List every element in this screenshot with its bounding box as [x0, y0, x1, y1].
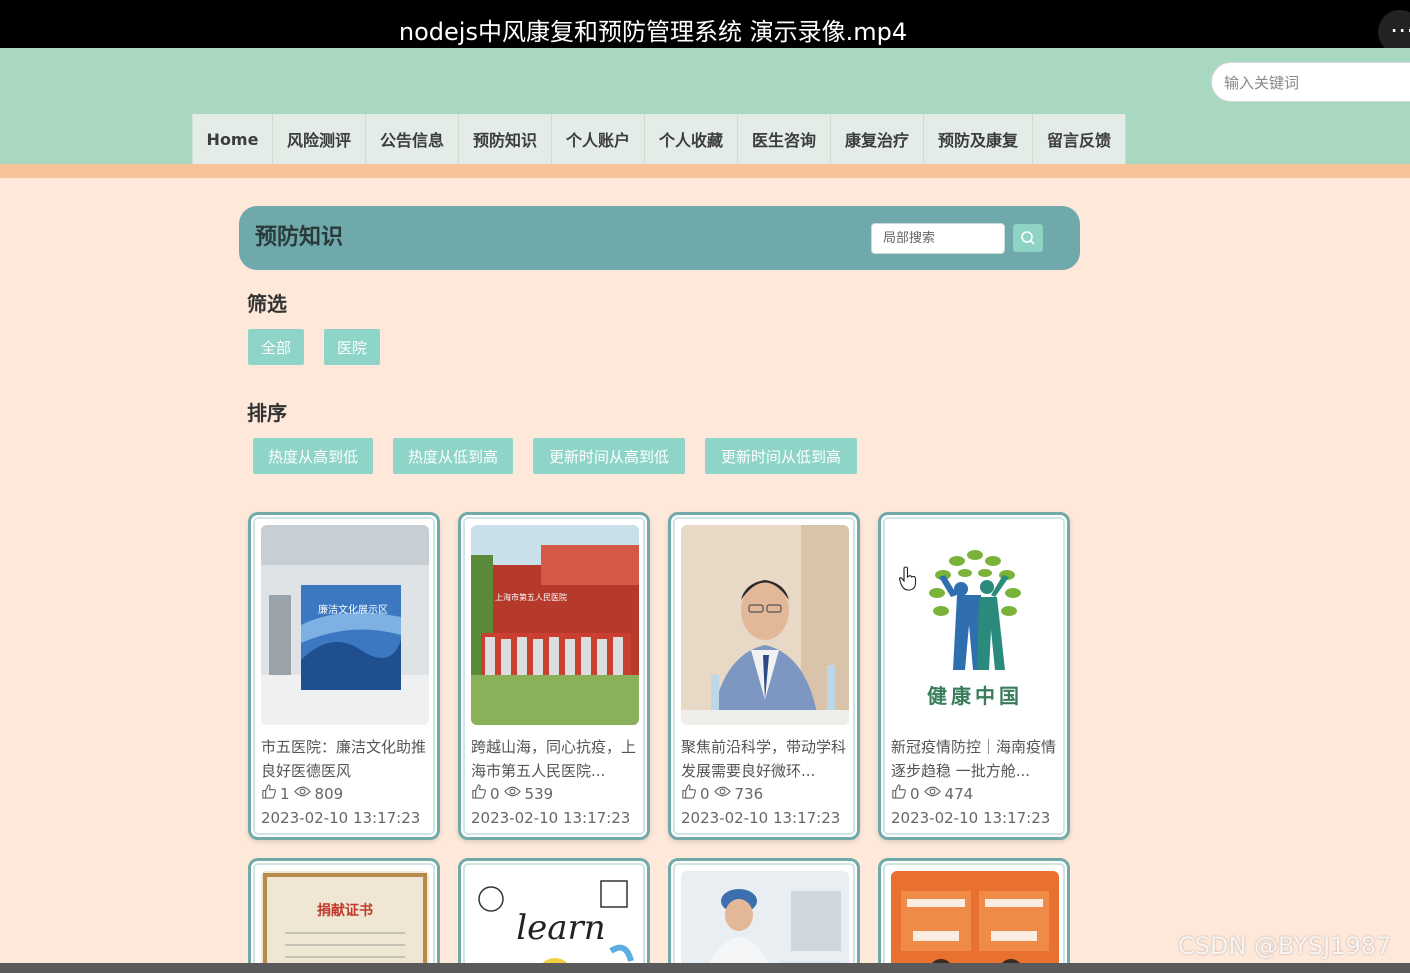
article-thumbnail: learn	[471, 871, 639, 973]
thumbs-up-icon[interactable]	[681, 783, 696, 805]
nav-prevention-knowledge[interactable]: 预防知识	[459, 114, 552, 164]
filter-all[interactable]: 全部	[248, 329, 304, 365]
thumbs-up-icon[interactable]	[261, 783, 276, 805]
view-count: 809	[314, 785, 344, 803]
article-title: 市五医院：廉洁文化助推良好医德医风	[261, 738, 427, 780]
accent-divider	[0, 164, 1410, 178]
local-search-button[interactable]	[1013, 224, 1043, 252]
article-thumbnail	[681, 871, 849, 973]
nav-feedback[interactable]: 留言反馈	[1033, 114, 1126, 164]
article-stats: 0 539	[471, 783, 553, 805]
sort-label: 排序	[247, 401, 287, 425]
like-count: 0	[910, 785, 920, 803]
article-date: 2023-02-10 13:17:23	[471, 809, 631, 827]
article-date: 2023-02-10 13:17:23	[891, 809, 1051, 827]
thumbnail-text: 上海市第五人民医院	[495, 592, 567, 602]
nav-announcements[interactable]: 公告信息	[366, 114, 459, 164]
article-card[interactable]	[878, 858, 1070, 973]
nav-risk-assessment[interactable]: 风险测评	[273, 114, 366, 164]
search-icon	[1021, 231, 1035, 245]
article-title: 新冠疫情防控｜海南疫情逐步趋稳 一批方舱...	[891, 738, 1057, 780]
thumbs-up-icon[interactable]	[471, 783, 486, 805]
article-title: 跨越山海，同心抗疫，上海市第五人民医院...	[471, 738, 637, 780]
article-title: 聚焦前沿科学，带动学科发展需要良好微环...	[681, 738, 847, 780]
global-search-input[interactable]	[1224, 72, 1404, 94]
article-thumbnail: 捐献证书	[261, 871, 429, 973]
main-nav: Home 风险测评 公告信息 预防知识 个人账户 个人收藏 医生咨询 康复治疗 …	[192, 114, 1126, 164]
article-thumbnail: 健康中国	[891, 525, 1059, 725]
section-title: 预防知识	[255, 225, 344, 250]
global-search-box[interactable]	[1211, 62, 1410, 102]
thumbnail-text: 廉洁文化展示区	[318, 603, 388, 616]
article-thumbnail	[891, 871, 1059, 973]
article-thumbnail: 廉洁文化展示区	[261, 525, 429, 725]
video-title: nodejs中风康复和预防管理系统 演示录像.mp4	[398, 18, 908, 46]
thumbnail-text: learn	[516, 908, 605, 948]
nav-doctor-consult[interactable]: 医生咨询	[738, 114, 831, 164]
view-count: 474	[944, 785, 974, 803]
eye-icon	[713, 783, 731, 805]
nav-rehab-treatment[interactable]: 康复治疗	[831, 114, 924, 164]
eye-icon	[293, 783, 311, 805]
article-date: 2023-02-10 13:17:23	[681, 809, 841, 827]
nav-account[interactable]: 个人账户	[552, 114, 645, 164]
logo-text: 健康中国	[927, 684, 1023, 708]
article-card[interactable]: 聚焦前沿科学，带动学科发展需要良好微环... 0 736 2023-02-10 …	[668, 512, 860, 840]
sort-hot-asc[interactable]: 热度从低到高	[393, 438, 513, 474]
article-card[interactable]: 捐献证书	[248, 858, 440, 973]
view-count: 539	[524, 785, 554, 803]
like-count: 0	[700, 785, 710, 803]
eye-icon	[503, 783, 521, 805]
local-search-input[interactable]	[871, 223, 1005, 254]
thumbnail-text: 捐献证书	[317, 902, 373, 919]
thumbs-up-icon[interactable]	[891, 783, 906, 805]
sort-time-asc[interactable]: 更新时间从低到高	[705, 438, 857, 474]
article-thumbnail	[681, 525, 849, 725]
article-card[interactable]: learn	[458, 858, 650, 973]
article-stats: 0 474	[891, 783, 973, 805]
article-stats: 0 736	[681, 783, 763, 805]
article-card[interactable]	[668, 858, 860, 973]
article-card[interactable]: 廉洁文化展示区 市五医院：廉洁文化助推良好医德医风 1 809 2023-02-…	[248, 512, 440, 840]
filter-hospital[interactable]: 医院	[324, 329, 380, 365]
article-stats: 1 809	[261, 783, 343, 805]
view-count: 736	[734, 785, 764, 803]
video-progress-bar[interactable]	[0, 963, 1410, 973]
mouse-cursor-icon	[898, 566, 918, 596]
sort-hot-desc[interactable]: 热度从高到低	[253, 438, 373, 474]
like-count: 1	[280, 785, 290, 803]
article-card[interactable]: 健康中国 新冠疫情防控｜海南疫情逐步趋稳 一批方舱... 0 474 2023-…	[878, 512, 1070, 840]
nav-home[interactable]: Home	[193, 114, 273, 164]
sort-time-desc[interactable]: 更新时间从高到低	[533, 438, 685, 474]
eye-icon	[923, 783, 941, 805]
nav-favorites[interactable]: 个人收藏	[645, 114, 738, 164]
video-title-bar: nodejs中风康复和预防管理系统 演示录像.mp4 ⋯	[0, 0, 1410, 54]
like-count: 0	[490, 785, 500, 803]
watermark: CSDN @BYSJ1987	[1178, 932, 1392, 960]
nav-prevention-rehab[interactable]: 预防及康复	[924, 114, 1033, 164]
article-thumbnail: 上海市第五人民医院	[471, 525, 639, 725]
article-card[interactable]: 上海市第五人民医院 跨越山海，同心抗疫，上海市第五人民医院... 0 539 2…	[458, 512, 650, 840]
filter-label: 筛选	[247, 292, 287, 316]
article-date: 2023-02-10 13:17:23	[261, 809, 421, 827]
section-header: 预防知识	[239, 206, 1080, 270]
